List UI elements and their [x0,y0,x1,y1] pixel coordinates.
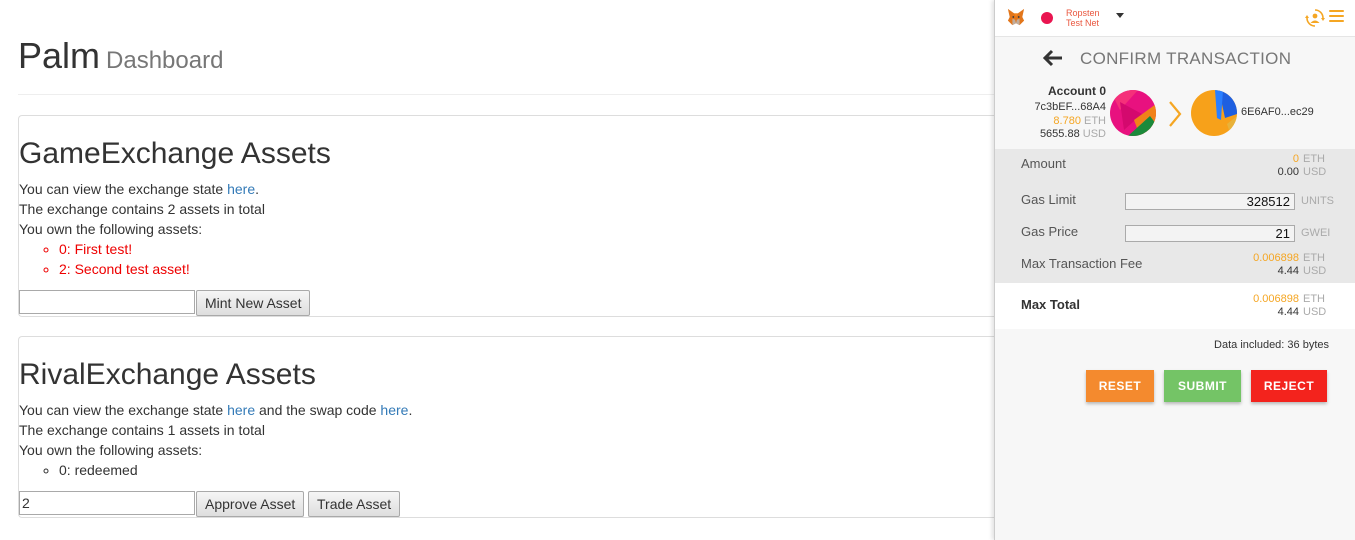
network-name-line1: Ropsten [1066,8,1100,18]
list-item: 0: First test! [59,239,190,259]
gas-price-unit: GWEI [1301,227,1331,239]
amount-usd-unit: USD [1303,166,1327,178]
game-exchange-heading: GameExchange Assets [19,137,331,170]
reject-button[interactable]: REJECT [1251,370,1327,402]
rival-exchange-heading: RivalExchange Assets [19,358,316,391]
max-total-usd-unit: USD [1303,306,1327,318]
game-view-line: You can view the exchange state here. [19,179,259,199]
max-total-usd: 4.44 [1277,306,1299,318]
from-account-address: 7c3bEF...68A4 [1034,101,1106,113]
network-name-line2: Test Net [1066,18,1100,28]
metamask-popup: Ropsten Test Net CONFIRM TRANSACTION Acc… [994,0,1355,540]
rival-view-end: . [408,402,413,418]
metamask-fox-icon[interactable] [1007,8,1025,26]
metamask-header: Ropsten Test Net [995,0,1355,37]
data-included-text: Data included: 36 bytes [1214,339,1329,351]
menu-icon[interactable] [1329,10,1344,24]
max-fee-label: Max Transaction Fee [1021,256,1143,271]
max-total-eth: 0.006898 [1253,293,1299,305]
header-divider [18,94,998,95]
max-fee-usd-unit: USD [1303,265,1327,277]
amount-usd: 0.00 [1277,166,1299,178]
page-title: Palm Dashboard [18,34,223,83]
page-subtitle: Dashboard [106,47,224,74]
max-fee-value: 0.006898 ETH 4.44 USD [1253,252,1329,278]
from-eth-unit: ETH [1084,115,1106,127]
game-asset-count: The exchange contains 2 assets in total [19,201,265,217]
game-view-end: . [255,181,259,197]
from-usd-balance: 5655.88 USD [1040,128,1106,141]
trade-asset-input[interactable] [19,491,195,515]
amount-label: Amount [1021,156,1066,171]
max-fee-usd: 4.44 [1277,265,1299,277]
approve-asset-button[interactable]: Approve Asset [196,491,305,517]
rival-view-text: You can view the exchange state [19,402,228,418]
network-status-dot[interactable] [1041,12,1053,24]
max-fee-eth: 0.006898 [1253,252,1299,264]
back-arrow-icon[interactable] [1043,48,1063,68]
max-total-label: Max Total [1021,297,1080,312]
gas-limit-label: Gas Limit [1021,192,1076,207]
trade-asset-button[interactable]: Trade Asset [308,491,401,517]
transaction-details: Amount 0ETH 0.00USD Gas Limit UNITS Gas … [995,149,1355,283]
max-fee-eth-unit: ETH [1303,252,1325,264]
gas-price-label: Gas Price [1021,224,1079,239]
to-account-identicon [1191,90,1237,136]
rival-view-line: You can view the exchange state here and… [19,400,412,420]
from-usd-unit: USD [1082,128,1106,140]
game-exchange-panel: GameExchange Assets You can view the exc… [18,115,1009,317]
max-total-eth-unit: ETH [1303,293,1325,305]
chevron-right-icon [1169,101,1182,127]
gas-limit-unit: UNITS [1301,195,1334,207]
from-eth-value: 8.780 [1053,115,1081,127]
list-item: 2: Second test asset! [59,259,190,279]
list-item: 0: redeemed [59,460,138,480]
rival-own-label: You own the following assets: [19,442,203,458]
max-total-value: 0.006898 ETH 4.44 USD [1253,293,1329,319]
confirm-transaction-title: CONFIRM TRANSACTION [1080,49,1292,68]
rival-exchange-state-link[interactable]: here [227,402,255,418]
rival-asset-list: 0: redeemed [19,460,138,480]
from-account-name: Account 0 [1047,84,1106,98]
from-eth-balance: 8.780 ETH [1053,115,1106,128]
network-name[interactable]: Ropsten Test Net [1066,8,1100,28]
from-usd-value: 5655.88 [1039,128,1080,140]
gas-price-input[interactable] [1125,225,1295,242]
submit-button[interactable]: SUBMIT [1164,370,1241,402]
swap-code-link[interactable]: here [380,402,408,418]
reset-button[interactable]: RESET [1086,370,1154,402]
max-total-row: Max Total 0.006898 ETH 4.44 USD [995,283,1355,329]
app-title: Palm [18,35,101,76]
game-view-text: You can view the exchange state [19,181,228,197]
rival-asset-count: The exchange contains 1 assets in total [19,422,265,438]
network-dropdown-caret-icon[interactable] [1116,13,1124,18]
gas-limit-input[interactable] [1125,193,1295,210]
amount-value: 0 ETH 0.00 USD [1278,153,1329,179]
game-own-label: You own the following assets: [19,221,203,237]
mint-new-asset-button[interactable]: Mint New Asset [196,290,311,316]
rival-swap-text: and the swap code [255,402,381,418]
from-account-identicon [1110,90,1156,136]
mint-asset-input[interactable] [19,290,195,314]
rival-exchange-panel: RivalExchange Assets You can view the ex… [18,336,1009,518]
amount-eth-unit: ETH [1303,153,1325,165]
sync-icon[interactable] [1305,8,1325,28]
game-asset-list: 0: First test! 2: Second test asset! [19,239,190,279]
game-exchange-state-link[interactable]: here [227,181,255,197]
to-account-address: 6E6AF0...ec29 [1241,106,1314,118]
